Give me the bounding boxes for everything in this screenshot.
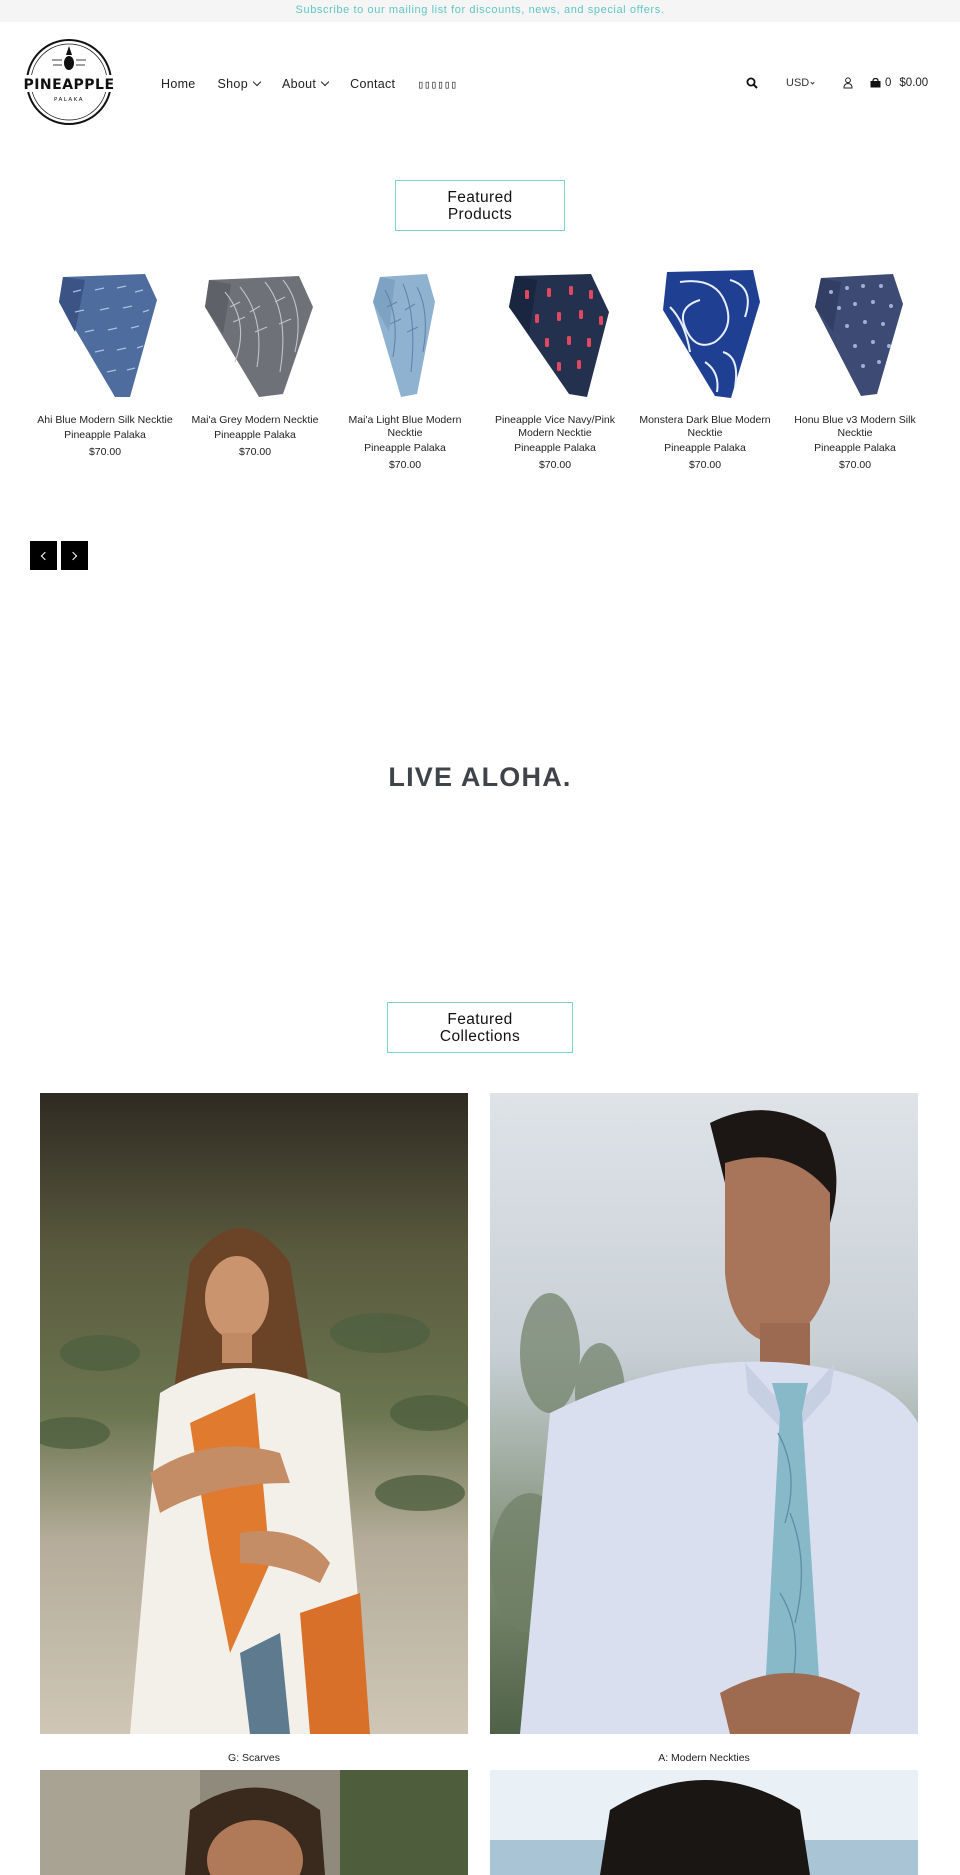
product-price: $70.00 bbox=[538, 459, 572, 471]
featured-collections-heading: Featured Collections bbox=[387, 1002, 573, 1053]
nav-home[interactable]: Home bbox=[161, 77, 196, 91]
featured-products-heading: Featured Products bbox=[395, 180, 565, 231]
product-card[interactable]: Monstera Dark Blue Modern Necktie Pineap… bbox=[630, 262, 780, 472]
currency-label: USD bbox=[786, 77, 810, 89]
chevron-down-icon bbox=[252, 77, 262, 87]
product-card[interactable]: Pineapple Vice Navy/Pink Modern Necktie … bbox=[480, 262, 630, 472]
collection-label[interactable]: A: Modern Neckties bbox=[490, 1752, 918, 1764]
product-price: $70.00 bbox=[688, 459, 722, 471]
product-vendor: Pineapple Palaka bbox=[664, 442, 746, 454]
shopping-bag-icon bbox=[870, 78, 881, 88]
collection-image[interactable] bbox=[490, 1770, 918, 1875]
user-icon[interactable] bbox=[843, 77, 853, 89]
cart-total: $0.00 bbox=[899, 77, 929, 89]
product-image[interactable] bbox=[30, 262, 180, 402]
caret-down-icon bbox=[810, 80, 815, 85]
currency-selector[interactable]: USD bbox=[786, 74, 815, 92]
product-name[interactable]: Mai'a Grey Modern Necktie bbox=[180, 414, 330, 427]
collection-image-scarves[interactable] bbox=[40, 1093, 468, 1734]
svg-text:PALAKA: PALAKA bbox=[54, 97, 84, 103]
product-image[interactable] bbox=[630, 262, 780, 402]
product-price: $70.00 bbox=[238, 446, 272, 458]
product-price: $70.00 bbox=[88, 446, 122, 458]
collection-card[interactable]: A: Modern Neckties bbox=[490, 1093, 918, 1764]
product-card[interactable]: Mai'a Light Blue Modern Necktie Pineappl… bbox=[330, 262, 480, 472]
carousel-prev-button[interactable] bbox=[30, 541, 57, 570]
product-vendor: Pineapple Palaka bbox=[814, 442, 896, 454]
nav-about[interactable]: About bbox=[281, 77, 330, 91]
collection-card[interactable] bbox=[40, 1770, 468, 1875]
product-card[interactable]: Honu Blue v3 Modern Silk Necktie Pineapp… bbox=[780, 262, 930, 472]
product-name[interactable]: Pineapple Vice Navy/Pink Modern Necktie bbox=[480, 414, 630, 440]
cart-link[interactable]: 0 $0.00 bbox=[870, 74, 928, 92]
search-icon[interactable] bbox=[746, 77, 758, 89]
collection-label[interactable]: G: Scarves bbox=[40, 1752, 468, 1764]
product-name[interactable]: Monstera Dark Blue Modern Necktie bbox=[630, 414, 780, 440]
product-image[interactable] bbox=[330, 262, 480, 402]
svg-text:PINEAPPLE: PINEAPPLE bbox=[23, 77, 114, 93]
featured-collections-heading-line1: Featured bbox=[447, 1010, 513, 1028]
product-price: $70.00 bbox=[838, 459, 872, 471]
nav-shop[interactable]: Shop bbox=[217, 77, 262, 91]
product-vendor: Pineapple Palaka bbox=[64, 429, 146, 441]
chevron-down-icon bbox=[320, 77, 330, 87]
cart-count: 0 bbox=[885, 77, 892, 89]
nav-home-label: Home bbox=[161, 77, 196, 91]
featured-products-heading-line1: Featured bbox=[447, 188, 513, 206]
product-card[interactable]: Ahi Blue Modern Silk Necktie Pineapple P… bbox=[30, 262, 180, 459]
product-name[interactable]: Mai'a Light Blue Modern Necktie bbox=[330, 414, 480, 440]
nav-about-label: About bbox=[281, 77, 317, 91]
collection-card[interactable] bbox=[490, 1770, 918, 1875]
collection-card[interactable]: G: Scarves bbox=[40, 1093, 468, 1764]
nav-contact[interactable]: Contact bbox=[350, 77, 395, 91]
nav-contact-label: Contact bbox=[350, 77, 396, 91]
product-price: $70.00 bbox=[388, 459, 422, 471]
collection-image-neckties[interactable] bbox=[490, 1093, 918, 1734]
chevron-left-icon bbox=[40, 551, 50, 560]
tagline-banner: LIVE ALOHA. bbox=[388, 762, 572, 792]
featured-products-heading-line2: Products bbox=[447, 205, 513, 223]
product-image[interactable] bbox=[180, 262, 330, 402]
product-vendor: Pineapple Palaka bbox=[514, 442, 596, 454]
main-nav: Home Shop About Contact ▯▯▯▯▯▯ bbox=[161, 77, 479, 91]
nav-shop-label: Shop bbox=[217, 77, 248, 91]
product-image[interactable] bbox=[780, 262, 930, 402]
product-image[interactable] bbox=[480, 262, 630, 402]
nav-unrendered-item[interactable]: ▯▯▯▯▯▯ bbox=[417, 78, 457, 91]
product-name[interactable]: Honu Blue v3 Modern Silk Necktie bbox=[780, 414, 930, 440]
product-vendor: Pineapple Palaka bbox=[214, 429, 296, 441]
product-name[interactable]: Ahi Blue Modern Silk Necktie bbox=[30, 414, 180, 427]
product-vendor: Pineapple Palaka bbox=[364, 442, 446, 454]
site-header: PINEAPPLE PALAKA Home Shop About Contact… bbox=[0, 22, 960, 144]
product-carousel: Ahi Blue Modern Silk Necktie Pineapple P… bbox=[30, 262, 930, 482]
announcement-bar[interactable]: Subscribe to our mailing list for discou… bbox=[0, 0, 960, 22]
brand-logo[interactable]: PINEAPPLE PALAKA bbox=[22, 38, 116, 126]
collection-image[interactable] bbox=[40, 1770, 468, 1875]
chevron-right-icon bbox=[68, 551, 78, 560]
product-card[interactable]: Mai'a Grey Modern Necktie Pineapple Pala… bbox=[180, 262, 330, 459]
featured-collections-heading-line2: Collections bbox=[439, 1027, 521, 1045]
carousel-next-button[interactable] bbox=[61, 541, 88, 570]
